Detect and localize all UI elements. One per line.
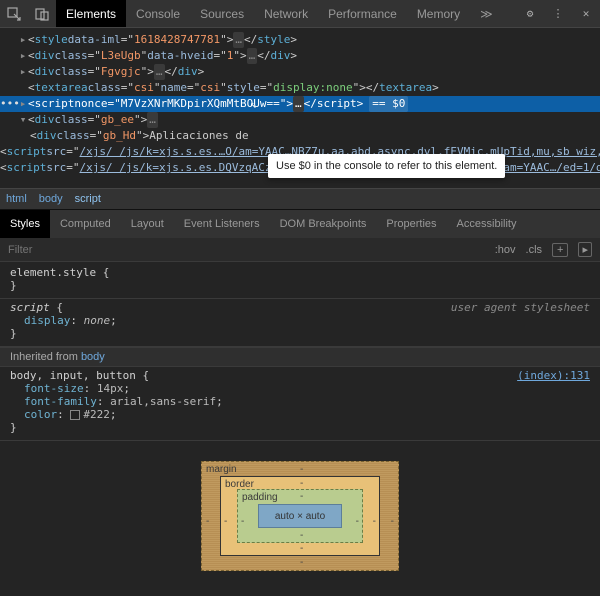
filter-input[interactable] xyxy=(0,244,487,256)
expand-arrow-icon[interactable]: ▸ xyxy=(18,64,28,80)
kebab-icon[interactable]: ⋮ xyxy=(544,0,572,28)
gear-icon[interactable]: ⚙ xyxy=(516,0,544,28)
expand-arrow-icon[interactable]: ▾ xyxy=(18,112,28,128)
tooltip: Use $0 in the console to refer to this e… xyxy=(268,154,505,178)
ptab-styles[interactable]: Styles xyxy=(0,210,50,238)
tab-sources[interactable]: Sources xyxy=(190,0,254,27)
bm-padding-label: padding xyxy=(242,492,278,503)
sidebar-tabs: Styles Computed Layout Event Listeners D… xyxy=(0,210,600,238)
expand-arrow-icon[interactable]: ▸ xyxy=(18,48,28,64)
ptab-dom-breakpoints[interactable]: DOM Breakpoints xyxy=(270,210,377,238)
tabs-overflow-icon[interactable]: ≫ xyxy=(470,0,503,27)
source-link[interactable]: (index):131 xyxy=(517,369,590,382)
ptab-layout[interactable]: Layout xyxy=(121,210,174,238)
crumb-html[interactable]: html xyxy=(6,193,27,205)
source-user-agent: user agent stylesheet xyxy=(451,301,590,314)
rule-script-user-agent: script {user agent stylesheet display: n… xyxy=(0,299,600,347)
box-model[interactable]: margin - - - - border - - - - padding - … xyxy=(0,443,600,595)
panel-menu-icon[interactable]: ▸ xyxy=(578,242,592,257)
tab-elements[interactable]: Elements xyxy=(56,0,126,27)
new-rule-button[interactable]: + xyxy=(552,243,568,257)
ptab-accessibility[interactable]: Accessibility xyxy=(447,210,527,238)
bm-content: auto × auto xyxy=(258,504,342,528)
rule-body: body, input, button {(index):131 font-si… xyxy=(0,367,600,441)
color-swatch-icon[interactable] xyxy=(70,410,80,420)
inspect-icon[interactable] xyxy=(0,0,28,28)
crumb-script[interactable]: script xyxy=(75,193,101,205)
devtools-toolbar: Elements Console Sources Network Perform… xyxy=(0,0,600,28)
tab-console[interactable]: Console xyxy=(126,0,190,27)
tab-performance[interactable]: Performance xyxy=(318,0,407,27)
dollar-zero-badge: == $0 xyxy=(369,96,408,112)
styles-pane[interactable]: element.style { } script {user agent sty… xyxy=(0,262,600,443)
device-toggle-icon[interactable] xyxy=(28,0,56,28)
ptab-properties[interactable]: Properties xyxy=(376,210,446,238)
expand-arrow-icon[interactable]: ▸ xyxy=(18,32,28,48)
styles-filter-bar: :hov .cls + ▸ xyxy=(0,238,600,262)
hov-toggle[interactable]: :hov xyxy=(495,244,516,256)
crumb-body[interactable]: body xyxy=(39,193,63,205)
rule-element-style: element.style { } xyxy=(0,264,600,299)
tab-network[interactable]: Network xyxy=(254,0,318,27)
dom-tree[interactable]: ▸<style data-iml="1618428747781">…</styl… xyxy=(0,28,600,188)
tab-memory[interactable]: Memory xyxy=(407,0,470,27)
main-tabs: Elements Console Sources Network Perform… xyxy=(56,0,516,27)
bm-margin-label: margin xyxy=(206,464,237,475)
ptab-computed[interactable]: Computed xyxy=(50,210,121,238)
breadcrumb: html body script xyxy=(0,188,600,210)
ptab-event-listeners[interactable]: Event Listeners xyxy=(174,210,270,238)
selected-dom-node[interactable]: ••• ▸<script nonce="M7VzXNrMKDpirXQmMtBO… xyxy=(0,96,600,112)
close-icon[interactable]: ✕ xyxy=(572,0,600,28)
cursor-icon: ↖ xyxy=(250,97,257,113)
inherited-from-link[interactable]: body xyxy=(81,351,105,363)
inherited-section: Inherited from body xyxy=(0,347,600,367)
cls-toggle[interactable]: .cls xyxy=(526,244,543,256)
breakpoint-dots-icon: ••• xyxy=(0,96,20,112)
